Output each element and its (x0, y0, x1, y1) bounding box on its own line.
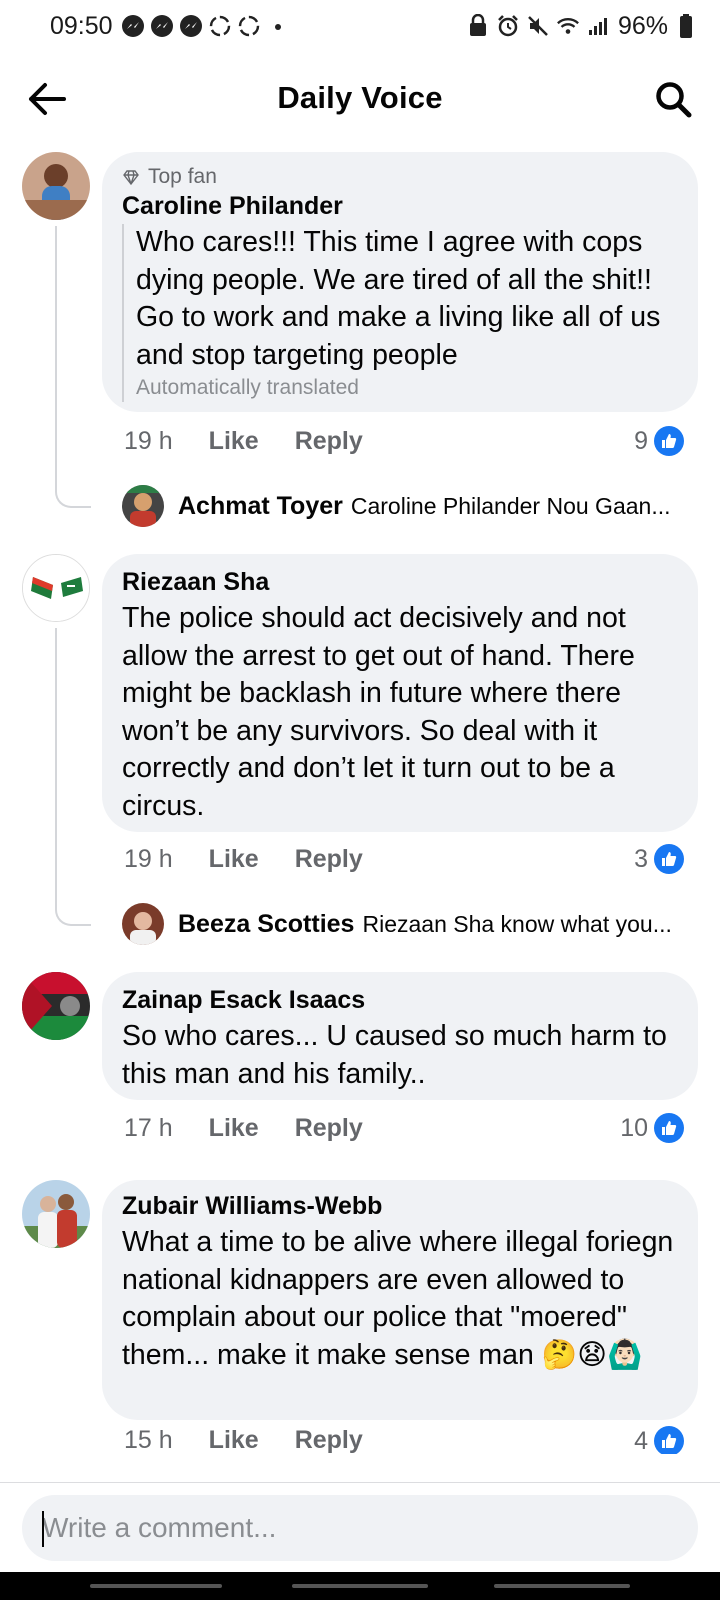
reaction-summary[interactable]: 9 (634, 426, 684, 456)
comment-actions: 17 h Like Reply 10 (124, 1108, 684, 1148)
search-button[interactable] (650, 76, 696, 122)
reaction-count: 10 (620, 1113, 648, 1142)
reply-button[interactable]: Reply (295, 845, 363, 874)
status-time: 09:50 (50, 11, 113, 40)
alarm-icon (496, 14, 520, 38)
like-reaction-icon (654, 426, 684, 456)
reply-snippet: Caroline Philander Nou Gaan... (350, 492, 671, 519)
page-title: Daily Voice (277, 80, 443, 115)
comment-actions: 15 h Like Reply 4 (124, 1426, 684, 1454)
translated-note[interactable]: Automatically translated (136, 374, 678, 402)
reaction-count: 4 (634, 1426, 648, 1455)
like-button[interactable]: Like (209, 427, 259, 456)
comment-author[interactable]: Caroline Philander (122, 190, 678, 222)
sync-icon (208, 14, 232, 38)
battery-icon (674, 14, 698, 38)
translated-block: Who cares!!! This time I agree with cops… (122, 224, 678, 402)
wifi-icon (556, 14, 580, 38)
comment-bubble[interactable]: Zubair Williams-Webb What a time to be a… (102, 1180, 698, 1420)
reaction-count: 9 (634, 426, 648, 455)
comment-time[interactable]: 15 h (124, 1426, 173, 1454)
comment-author[interactable]: Zainap Esack Isaacs (122, 984, 678, 1016)
comment-time[interactable]: 19 h (124, 427, 173, 456)
thread-line (55, 628, 91, 926)
diamond-icon (123, 170, 139, 186)
messenger-icon (150, 14, 174, 38)
reply-author: Achmat Toyer (178, 491, 343, 520)
reaction-summary[interactable]: 4 (634, 1426, 684, 1454)
reply-preview[interactable]: Achmat Toyer Caroline Philander Nou Gaan… (122, 484, 690, 528)
comment-input[interactable] (22, 1495, 698, 1561)
sync-icon (237, 14, 261, 38)
reply-preview[interactable]: Beeza Scotties Riezaan Sha know what you… (122, 902, 690, 946)
comment-time[interactable]: 19 h (124, 845, 173, 874)
comment-author[interactable]: Zubair Williams-Webb (122, 1190, 678, 1222)
comment-bubble[interactable]: Riezaan Sha The police should act decisi… (102, 554, 698, 832)
reply-button[interactable]: Reply (295, 1114, 363, 1143)
avatar[interactable] (22, 1180, 90, 1248)
like-button[interactable]: Like (209, 1426, 259, 1454)
like-reaction-icon (654, 1426, 684, 1454)
system-icons: 96% (466, 12, 698, 41)
avatar[interactable] (122, 903, 164, 945)
reaction-summary[interactable]: 10 (620, 1113, 684, 1143)
comment-text: So who cares... U caused so much harm to… (122, 1020, 667, 1090)
thread-line (55, 226, 91, 508)
reaction-summary[interactable]: 3 (634, 844, 684, 874)
nav-recent-apps[interactable] (90, 1584, 222, 1588)
comment-actions: 19 h Like Reply 9 (124, 421, 684, 461)
comment-text: The police should act decisively and not… (122, 602, 635, 822)
top-fan-label: Top fan (148, 165, 217, 188)
comment-composer (0, 1482, 720, 1572)
search-icon (656, 82, 692, 118)
reply-button[interactable]: Reply (295, 427, 363, 456)
app-header: Daily Voice (0, 52, 720, 144)
messenger-icon (179, 14, 203, 38)
lock-icon (466, 14, 490, 38)
comment-author[interactable]: Riezaan Sha (122, 566, 678, 598)
status-bar: 09:50 96% (0, 0, 720, 52)
text-caret (42, 1511, 44, 1547)
messenger-icon (121, 14, 145, 38)
reply-author: Beeza Scotties (178, 909, 355, 938)
comment-actions: 19 h Like Reply 3 (124, 839, 684, 879)
back-button[interactable] (24, 76, 70, 122)
comment-bubble[interactable]: Top fan Caroline Philander Who cares!!! … (102, 152, 698, 412)
arrow-left-icon (29, 83, 66, 115)
signal-icon (586, 14, 610, 38)
comment-text: What a time to be alive where illegal fo… (122, 1226, 674, 1371)
like-button[interactable]: Like (209, 1114, 259, 1143)
avatar[interactable] (122, 485, 164, 527)
avatar[interactable] (22, 152, 90, 220)
avatar[interactable] (22, 554, 90, 622)
nav-back[interactable] (494, 1584, 630, 1588)
reply-button[interactable]: Reply (295, 1426, 363, 1454)
mute-icon (526, 14, 550, 38)
dot-icon (266, 14, 290, 38)
like-button[interactable]: Like (209, 845, 259, 874)
avatar[interactable] (22, 972, 90, 1040)
notification-icons (121, 14, 290, 38)
system-nav-bar (0, 1572, 720, 1600)
comment-bubble[interactable]: Zainap Esack Isaacs So who cares... U ca… (102, 972, 698, 1100)
top-fan-badge: Top fan (122, 164, 678, 190)
battery-percentage: 96% (617, 11, 668, 40)
like-reaction-icon (654, 1113, 684, 1143)
reaction-count: 3 (634, 844, 648, 873)
reply-snippet: Riezaan Sha know what you... (362, 910, 672, 937)
comment-time[interactable]: 17 h (124, 1114, 173, 1143)
like-reaction-icon (654, 844, 684, 874)
comment-text: Who cares!!! This time I agree with cops… (136, 226, 661, 371)
nav-home[interactable] (292, 1584, 428, 1588)
